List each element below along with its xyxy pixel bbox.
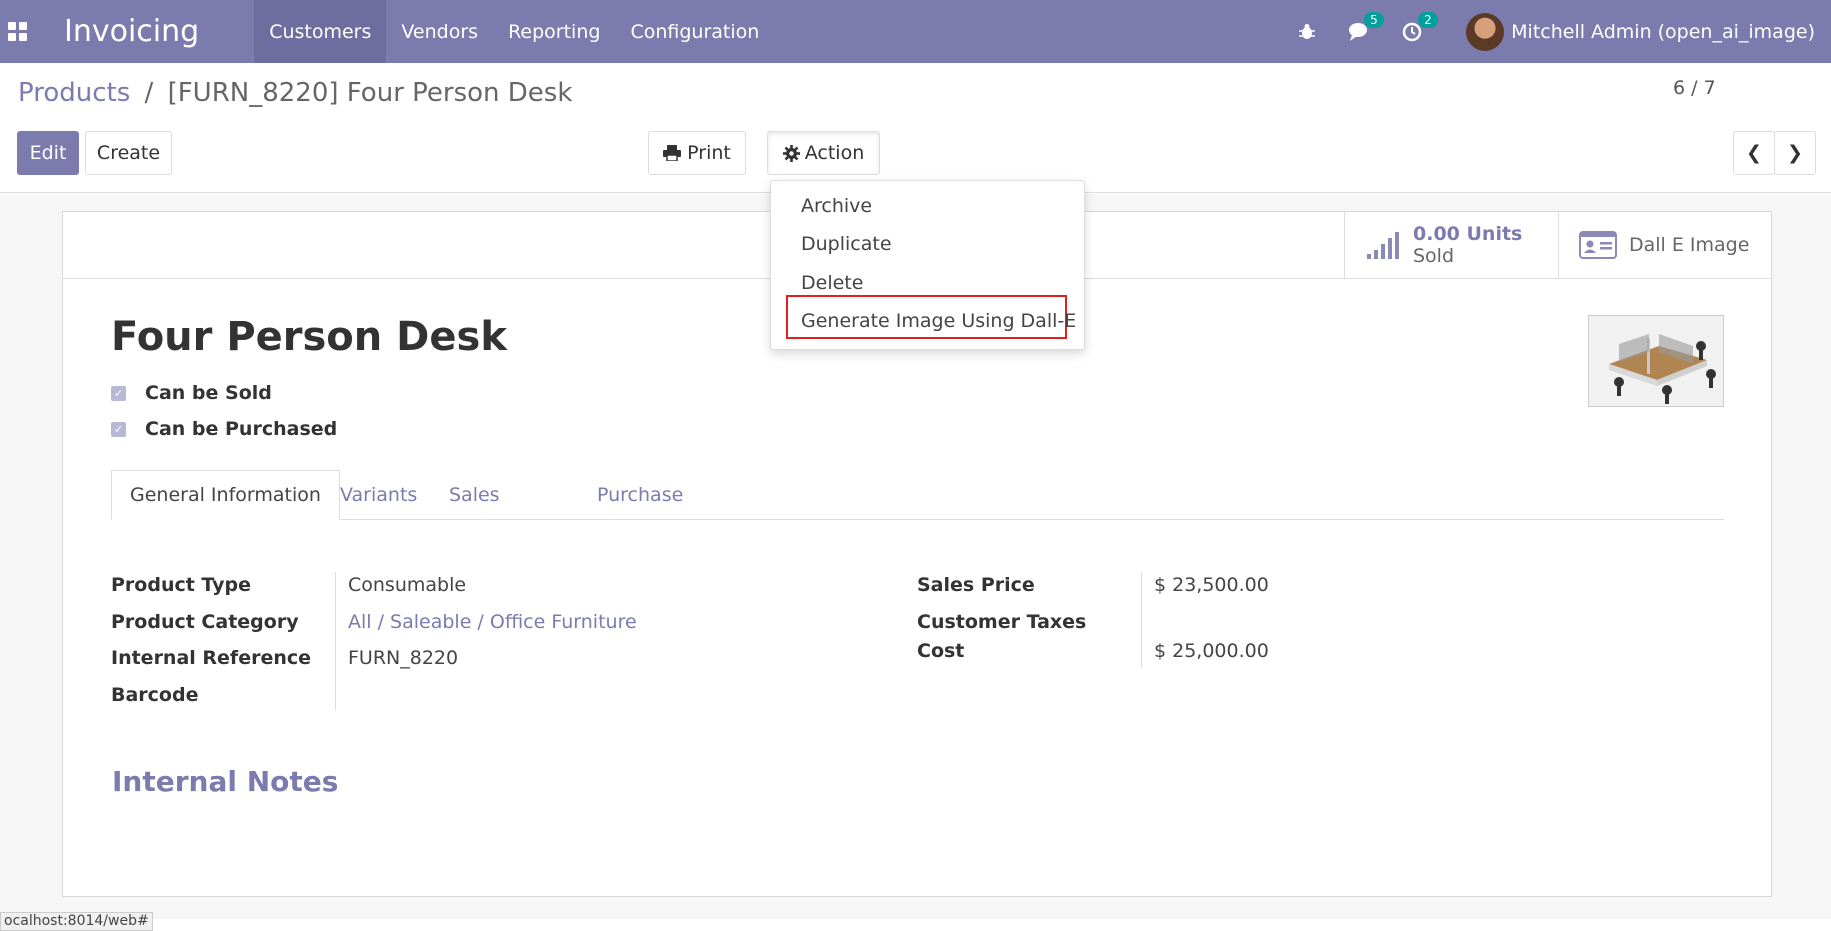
activities-badge: 2: [1418, 11, 1438, 28]
menu-vendors[interactable]: Vendors: [386, 0, 493, 63]
print-button[interactable]: Print: [648, 131, 746, 175]
pager-next-button[interactable]: ❯: [1774, 131, 1816, 175]
menu-item-duplicate[interactable]: Duplicate: [801, 233, 892, 255]
product-type-value[interactable]: Consumable: [348, 574, 466, 596]
signal-bars-icon: [1367, 232, 1399, 259]
tab-variants[interactable]: Variants: [340, 470, 417, 520]
right-group-divider: [1141, 572, 1142, 667]
product-type-label: Product Type: [111, 574, 252, 596]
chevron-left-icon: ❮: [1746, 142, 1762, 164]
messages-badge: 5: [1364, 11, 1384, 28]
control-panel: Products / [FURN_8220] Four Person Desk: [0, 63, 1831, 193]
activities-clock-icon[interactable]: 2: [1402, 11, 1438, 42]
internal-notes-heading: Internal Notes: [112, 765, 339, 798]
internal-reference-label: Internal Reference: [111, 647, 312, 669]
dalle-image-button[interactable]: Dall E Image: [1558, 212, 1771, 278]
units-sold-value: 0.00 Units: [1413, 223, 1523, 245]
action-dropdown-menu: Archive Duplicate Delete Generate Image …: [770, 180, 1085, 350]
user-menu[interactable]: Mitchell Admin (open_ai_image): [1466, 12, 1815, 51]
gear-icon: [782, 144, 800, 162]
pager-value[interactable]: 6 / 7: [1673, 77, 1716, 99]
sales-price-value[interactable]: $ 23,500.00: [1154, 574, 1269, 596]
breadcrumb-products-link[interactable]: Products: [18, 78, 130, 108]
dalle-image-label: Dall E Image: [1629, 234, 1750, 256]
internal-reference-value[interactable]: FURN_8220: [348, 647, 458, 669]
debug-bug-icon[interactable]: [1298, 23, 1316, 41]
menu-customers[interactable]: Customers: [254, 0, 387, 63]
product-image[interactable]: [1588, 315, 1724, 407]
breadcrumb-current: [FURN_8220] Four Person Desk: [167, 78, 573, 108]
user-name: Mitchell Admin (open_ai_image): [1511, 20, 1815, 43]
printer-icon: [663, 145, 682, 161]
id-card-icon: [1579, 231, 1617, 259]
print-label: Print: [687, 142, 731, 164]
breadcrumb-separator: /: [144, 78, 154, 108]
tab-general-information[interactable]: General Information: [111, 470, 340, 520]
product-name[interactable]: Four Person Desk: [111, 314, 507, 360]
create-button[interactable]: Create: [85, 131, 172, 175]
tab-sales[interactable]: Sales: [449, 470, 500, 520]
menu-item-generate-image-dalle[interactable]: Generate Image Using Dall-E: [801, 310, 1076, 332]
menu-item-archive[interactable]: Archive: [801, 195, 872, 217]
units-sold-button[interactable]: 0.00 Units Sold: [1344, 212, 1558, 278]
avatar: [1466, 12, 1505, 51]
app-brand[interactable]: Invoicing: [64, 14, 199, 49]
menu-reporting[interactable]: Reporting: [493, 0, 615, 63]
tab-purchase[interactable]: Purchase: [597, 470, 683, 520]
can-be-purchased-row: ✓ Can be Purchased: [111, 418, 337, 440]
menu-item-delete[interactable]: Delete: [801, 272, 863, 294]
notebook-tabs: General Information Variants Sales Purch…: [111, 470, 1724, 520]
menu-configuration[interactable]: Configuration: [615, 0, 774, 63]
can-be-purchased-checkbox[interactable]: ✓: [111, 421, 126, 437]
cost-label: Cost: [917, 640, 965, 662]
top-navbar: Invoicing Customers Vendors Reporting Co…: [0, 0, 1831, 63]
pager-previous-button[interactable]: ❮: [1733, 131, 1775, 175]
left-group-divider: [335, 572, 336, 710]
can-be-sold-label: Can be Sold: [145, 382, 272, 404]
action-button[interactable]: Action: [767, 131, 880, 175]
customer-taxes-label: Customer Taxes: [917, 611, 1087, 633]
chevron-right-icon: ❯: [1787, 142, 1803, 164]
can-be-sold-row: ✓ Can be Sold: [111, 382, 272, 404]
breadcrumb: Products / [FURN_8220] Four Person Desk: [18, 78, 572, 108]
messages-icon[interactable]: 5: [1348, 11, 1384, 42]
barcode-label: Barcode: [111, 684, 199, 706]
product-category-label: Product Category: [111, 611, 299, 633]
apps-menu-icon[interactable]: [0, 0, 34, 63]
sales-price-label: Sales Price: [917, 574, 1035, 596]
action-label: Action: [804, 142, 865, 164]
can-be-purchased-label: Can be Purchased: [145, 418, 338, 440]
cost-value[interactable]: $ 25,000.00: [1154, 640, 1269, 662]
can-be-sold-checkbox[interactable]: ✓: [111, 385, 126, 401]
edit-button[interactable]: Edit: [17, 131, 79, 175]
units-sold-label: Sold: [1413, 245, 1455, 267]
product-category-link[interactable]: All / Saleable / Office Furniture: [348, 611, 637, 633]
status-url-bar: ocalhost:8014/web#: [0, 912, 153, 931]
